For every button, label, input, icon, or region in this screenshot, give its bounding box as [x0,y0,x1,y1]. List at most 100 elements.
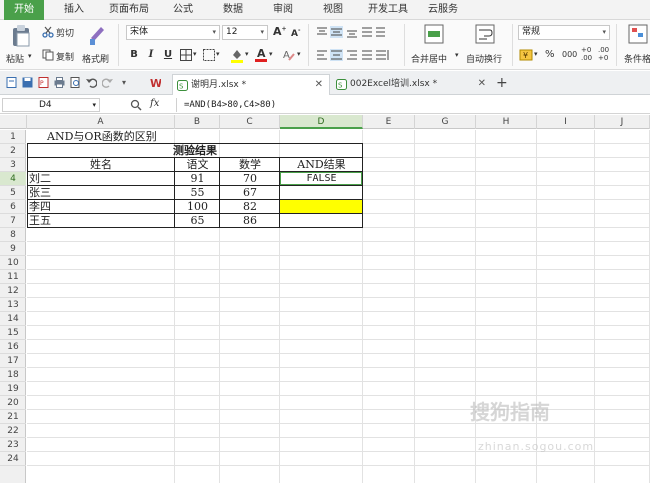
cell-math[interactable]: 70 [220,172,280,186]
row-header[interactable]: 9 [0,242,26,256]
cell-name[interactable]: 王五 [27,214,175,228]
document-tab-2[interactable]: S 002Excel培训.xlsx * ✕ [332,74,492,95]
column-header-j[interactable]: J [595,115,650,129]
decrease-decimal-button[interactable]: .00 +0 [598,46,612,62]
merge-cells-icon[interactable] [203,49,215,61]
cell-name[interactable]: 张三 [27,186,175,200]
header-math[interactable]: 数学 [220,158,280,172]
row-header[interactable]: 23 [0,438,26,452]
wrap-text-icon[interactable] [475,24,495,44]
cell-a1[interactable]: AND与OR函数的区别 [27,130,175,144]
row-header[interactable]: 12 [0,284,26,298]
row-header[interactable]: 20 [0,396,26,410]
tab-review[interactable]: 审阅 [262,0,304,20]
cell-b2-title[interactable]: 测验结果 [27,144,363,158]
column-header-d[interactable]: D [280,115,363,129]
formula-input[interactable]: =AND(B4>80,C4>80) [184,98,648,112]
number-format-select[interactable]: 常规 ▾ [518,25,610,40]
vertical-align-icons[interactable] [316,26,386,38]
select-all-corner[interactable] [0,115,27,129]
font-size-select[interactable]: 12 ▾ [222,25,268,40]
active-cell-selection[interactable] [279,171,363,186]
format-painter-icon[interactable] [87,24,107,46]
conditional-format-button[interactable]: 条件格 [624,52,650,65]
percent-button[interactable]: % [545,49,555,60]
paste-button[interactable]: 粘贴 [6,52,24,65]
tab-formulas[interactable]: 公式 [162,0,204,20]
paste-dropdown-icon[interactable]: ▾ [28,52,32,60]
cell-and-result[interactable] [280,200,363,214]
insert-function-button[interactable]: fx [150,98,159,109]
row-header[interactable]: 2 [0,144,26,158]
name-box[interactable]: D4 ▾ [2,98,100,112]
underline-button[interactable]: U [161,48,175,62]
cell-chinese[interactable]: 65 [175,214,220,228]
row-header[interactable]: 17 [0,354,26,368]
close-icon[interactable]: ✕ [315,75,323,95]
tab-insert[interactable]: 插入 [52,0,96,20]
row-header[interactable]: 1 [0,130,26,144]
shrink-font-icon[interactable]: A- [291,27,300,39]
zoom-icon[interactable] [130,99,142,111]
row-header[interactable]: 21 [0,410,26,424]
row-header[interactable]: 7 [0,214,26,228]
row-header[interactable]: 14 [0,312,26,326]
chevron-down-icon[interactable]: ▾ [297,50,301,58]
tab-cloud[interactable]: 云服务 [420,0,466,20]
cell-chinese[interactable]: 100 [175,200,220,214]
cut-button[interactable]: 剪切 [56,26,74,39]
save-icon[interactable] [22,77,33,88]
chevron-down-icon[interactable]: ▾ [269,50,273,58]
export-pdf-icon[interactable]: P [38,77,49,88]
cell-math[interactable]: 82 [220,200,280,214]
cell-chinese[interactable]: 55 [175,186,220,200]
document-tab-1[interactable]: S 谢明月.xlsx * ✕ [172,74,330,95]
font-color-icon[interactable]: A [254,46,268,63]
cell-name[interactable]: 刘二 [27,172,175,186]
column-header-a[interactable]: A [27,115,175,129]
merge-center-button[interactable]: 合并居中 [411,52,447,65]
paste-icon[interactable] [10,24,32,48]
row-header[interactable]: 15 [0,326,26,340]
row-header[interactable]: 13 [0,298,26,312]
tab-home[interactable]: 开始 [4,0,44,20]
bold-button[interactable]: B [127,48,141,62]
undo-icon[interactable] [86,77,97,88]
row-header[interactable]: 22 [0,424,26,438]
horizontal-align-icons[interactable] [316,49,400,61]
column-header-b[interactable]: B [175,115,220,129]
print-preview-icon[interactable] [70,77,81,88]
currency-icon[interactable]: ¥ [519,48,533,62]
column-header-g[interactable]: G [415,115,476,129]
cell-math[interactable]: 67 [220,186,280,200]
row-header[interactable]: 10 [0,256,26,270]
cell-math[interactable]: 86 [220,214,280,228]
cell-chinese[interactable]: 91 [175,172,220,186]
column-header-h[interactable]: H [476,115,537,129]
chevron-down-icon[interactable]: ▾ [534,50,538,58]
tab-page-layout[interactable]: 页面布局 [100,0,158,20]
format-painter-button[interactable]: 格式刷 [82,52,109,65]
chevron-down-icon[interactable]: ▾ [193,50,197,58]
redo-icon[interactable] [102,77,113,88]
copy-button[interactable]: 复制 [56,50,74,63]
column-header-i[interactable]: I [537,115,595,129]
row-header[interactable]: 6 [0,200,26,214]
row-header[interactable]: 4 [0,172,26,186]
cell-and-result[interactable] [280,186,363,200]
clear-format-icon[interactable]: A [282,48,296,62]
chevron-down-icon[interactable]: ▾ [216,50,220,58]
row-header[interactable]: 11 [0,270,26,284]
tab-developer[interactable]: 开发工具 [360,0,416,20]
italic-button[interactable]: I [144,48,158,62]
chevron-down-icon[interactable]: ▾ [455,51,459,59]
grow-font-icon[interactable]: A+ [273,25,287,38]
close-icon[interactable]: ✕ [478,74,486,94]
merge-center-icon[interactable] [424,24,444,44]
increase-decimal-button[interactable]: +0 .00 [581,46,595,62]
tab-data[interactable]: 数据 [212,0,254,20]
thousands-button[interactable]: 000 [562,50,577,59]
row-header[interactable]: 16 [0,340,26,354]
font-name-select[interactable]: 宋体 ▾ [126,25,220,40]
row-header[interactable]: 3 [0,158,26,172]
